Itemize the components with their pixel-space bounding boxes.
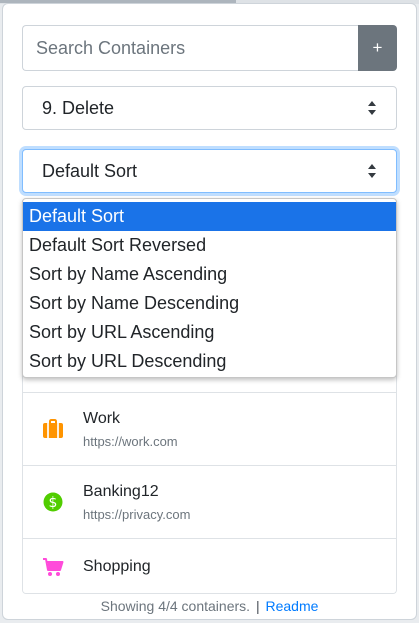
sort-select-value: Default Sort: [42, 160, 138, 181]
container-meta: Shopping: [83, 558, 151, 576]
sort-option[interactable]: Default Sort Reversed: [23, 231, 396, 260]
svg-text:$: $: [49, 495, 58, 511]
select-arrows-icon: [367, 101, 377, 115]
search-group: +: [22, 25, 397, 71]
delete-select[interactable]: 9. Delete: [22, 86, 397, 130]
sort-option[interactable]: Sort by URL Ascending: [23, 318, 396, 347]
readme-link[interactable]: Readme: [265, 598, 318, 614]
sort-option[interactable]: Default Sort: [23, 202, 396, 231]
container-url: https://privacy.com: [83, 506, 191, 522]
sort-option[interactable]: Sort by URL Descending: [23, 347, 396, 376]
select-arrows-icon: [367, 164, 377, 178]
container-url: https://work.com: [83, 433, 178, 449]
footer-status: Showing 4/4 containers.: [100, 598, 251, 614]
container-meta: Banking12 https://privacy.com: [83, 483, 190, 522]
delete-select-value: 9. Delete: [42, 97, 115, 118]
dollar-icon: $: [23, 492, 83, 512]
container-meta: Work https://work.com: [83, 410, 178, 449]
container-name: Work: [83, 409, 121, 427]
cart-icon: [23, 557, 83, 577]
sort-select[interactable]: Default Sort: [22, 149, 397, 193]
container-item-banking12[interactable]: $ Banking12 https://privacy.com: [23, 465, 396, 538]
add-container-button[interactable]: +: [358, 25, 397, 71]
footer: Showing 4/4 containers. | Readme: [3, 598, 416, 614]
container-item-shopping[interactable]: Shopping: [23, 538, 396, 593]
container-name: Shopping: [83, 557, 151, 575]
container-name: Banking12: [83, 482, 159, 500]
search-input[interactable]: [22, 25, 358, 71]
footer-separator: |: [255, 598, 260, 614]
popup-panel: + 9. Delete Default Sort Work https://wo…: [2, 3, 417, 620]
sort-dropdown-list: Default Sort Default Sort Reversed Sort …: [22, 198, 397, 378]
container-item-work[interactable]: Work https://work.com: [23, 392, 396, 465]
sort-option[interactable]: Sort by Name Descending: [23, 289, 396, 318]
sort-option[interactable]: Sort by Name Ascending: [23, 260, 396, 289]
briefcase-icon: [23, 419, 83, 439]
